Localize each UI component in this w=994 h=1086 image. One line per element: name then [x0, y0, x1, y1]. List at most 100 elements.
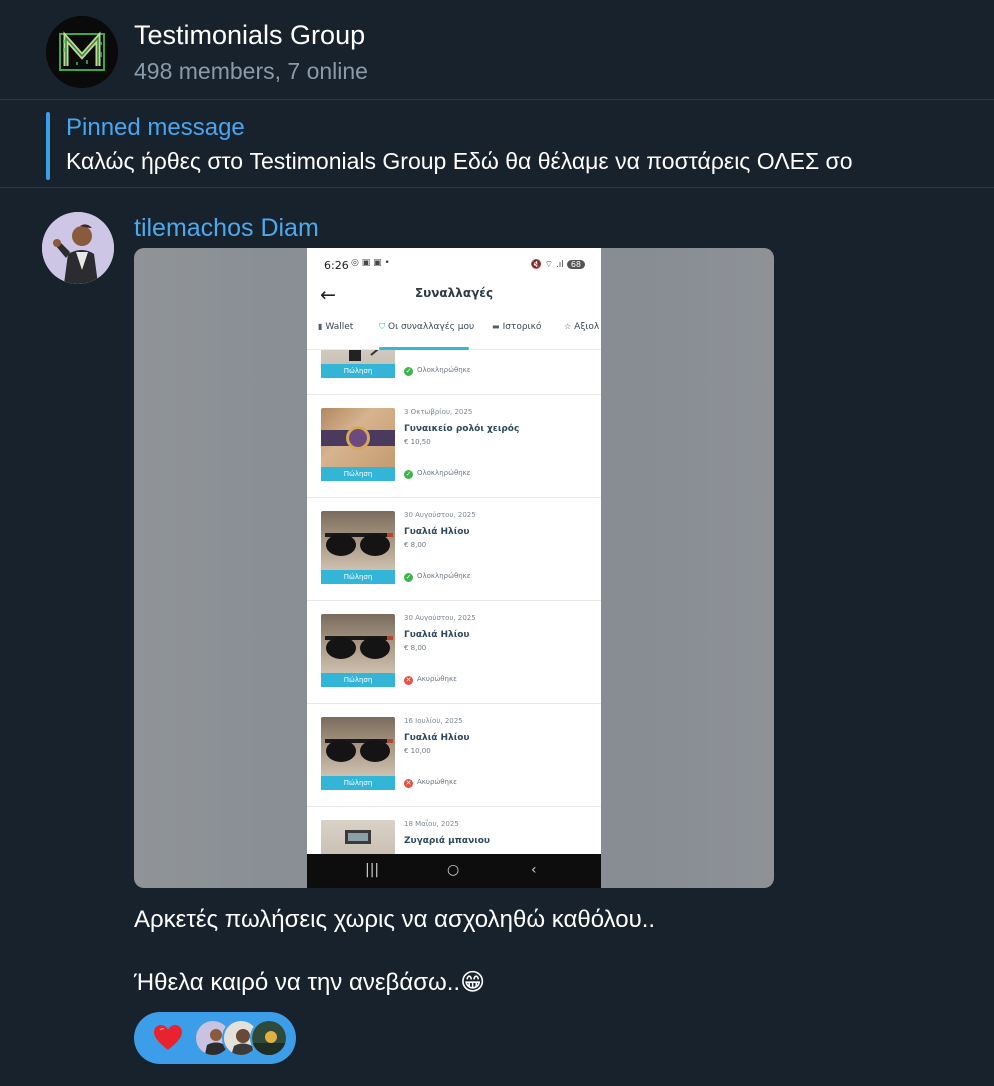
- status-label: Ολοκληρώθηκε: [417, 572, 471, 580]
- pinned-label: Pinned message: [66, 114, 245, 141]
- sender-avatar[interactable]: [42, 212, 114, 284]
- matrix-m-logo-icon: [46, 16, 118, 88]
- heart-icon: [154, 1025, 182, 1050]
- status-label: Ακυρώθηκε: [417, 675, 457, 683]
- chat-member-count: 498 members, 7 online: [134, 58, 368, 84]
- item-price: € 8,00: [404, 541, 427, 549]
- sale-badge: Πώληση: [321, 776, 395, 790]
- phone-tab-ratings: ☆ Αξιολ: [564, 322, 599, 332]
- status-signal: 🔇 ⌔ .ıl: [530, 260, 564, 270]
- pinned-indicator: [46, 112, 50, 180]
- pinned-message-bar[interactable]: Pinned message Καλώς ήρθες στο Testimoni…: [0, 101, 994, 188]
- phone-status-bar: 6:26 ◎ ▣ ▣ • 🔇 ⌔ .ıl 68: [307, 248, 601, 282]
- item-photo: [321, 511, 395, 571]
- item-photo: [321, 717, 395, 777]
- phone-tab-wallet: ▮ Wallet: [318, 322, 353, 332]
- android-nav-bar: ||| ○ ‹: [307, 854, 601, 888]
- check-icon: ✓: [404, 573, 413, 582]
- transaction-date: 3 Οκτωβρίου, 2025: [404, 408, 473, 416]
- status-right: 🔇 ⌔ .ıl 68: [531, 259, 585, 270]
- item-photo: [321, 408, 395, 468]
- phone-screenshot: 6:26 ◎ ▣ ▣ • 🔇 ⌔ .ıl 68 ← Συναλλαγές ▮ Wal…: [307, 248, 601, 888]
- message-text-line-2: Ήθελα καιρό να την ανεβάσω..😁: [134, 968, 485, 997]
- battery-icon: 68: [566, 260, 585, 269]
- transaction-status: ✕ Ακυρώθηκε: [404, 675, 457, 685]
- sunglasses-icon: [325, 533, 393, 556]
- back-icon: ‹: [531, 862, 537, 878]
- user-photo-icon: [252, 1021, 286, 1055]
- home-icon: ○: [447, 862, 460, 878]
- item-price: € 8,00: [404, 644, 427, 652]
- bathroom-scale-icon: [345, 830, 371, 844]
- status-app-icons: ◎ ▣ ▣ •: [351, 258, 390, 268]
- phone-page-title: Συναλλαγές: [414, 286, 494, 300]
- watch-icon: [321, 426, 395, 450]
- tab-label: Αξιολ: [574, 322, 600, 332]
- transaction-date: 18 Μαΐου, 2025: [404, 820, 459, 828]
- item-name: Γυναικείο ρολόι χειρός: [404, 424, 520, 434]
- tab-label: Wallet: [325, 322, 354, 332]
- transaction-row: Πώληση 30 Αυγούστου, 2025 Γυαλιά Ηλίου €…: [307, 601, 601, 704]
- phone-tabs: ▮ Wallet ⛉ Οι συναλλαγές μου ▬ Ιστορικό ☆ Αξ…: [307, 320, 601, 350]
- transaction-row: Πώληση 30 Αυγούστου, 2025 Γυαλιά Ηλίου €…: [307, 498, 601, 601]
- check-icon: ✓: [404, 470, 413, 479]
- status-label: Ολοκληρώθηκε: [417, 366, 471, 374]
- shield-icon: ⛉: [379, 322, 385, 331]
- cancel-icon: ✕: [404, 779, 413, 788]
- transaction-status: ✕ Ακυρώθηκε: [404, 778, 457, 788]
- chat-title: Testimonials Group: [134, 20, 366, 50]
- grinning-emoji: 😁: [460, 969, 486, 996]
- check-icon: ✓: [404, 367, 413, 376]
- message-text-line-1: Αρκετές πωλήσεις χωρις να ασχοληθώ καθόλ…: [134, 906, 656, 933]
- recents-icon: |||: [365, 862, 380, 878]
- sale-badge: Πώληση: [321, 364, 395, 378]
- star-icon: ☆: [564, 322, 572, 331]
- item-name: Γυαλιά Ηλίου: [404, 630, 470, 640]
- phone-tab-history: ▬ Ιστορικό: [492, 322, 541, 332]
- item-photo-icon: [349, 350, 379, 361]
- reactor-avatar: [250, 1019, 288, 1057]
- user-photo-icon: [42, 212, 114, 284]
- status-label: Ακυρώθηκε: [417, 778, 457, 786]
- transaction-row: Πώληση ✓ Ολοκληρώθηκε: [307, 350, 601, 395]
- tab-label: Οι συναλλαγές μου: [388, 322, 475, 332]
- transaction-row: Πώληση 3 Οκτωβρίου, 2025 Γυναικείο ρολόι…: [307, 395, 601, 498]
- item-photo: [321, 350, 395, 365]
- tab-label: Ιστορικό: [502, 322, 542, 332]
- folder-icon: ▬: [492, 322, 500, 331]
- phone-tab-transactions: ⛉ Οι συναλλαγές μου: [379, 322, 474, 332]
- sender-name[interactable]: tilemachos Diam: [134, 214, 319, 243]
- status-label: Ολοκληρώθηκε: [417, 469, 471, 477]
- transaction-status: ✓ Ολοκληρώθηκε: [404, 572, 471, 582]
- wallet-icon: ▮: [318, 322, 323, 331]
- chat-header[interactable]: Testimonials Group 498 members, 7 online: [0, 0, 994, 100]
- transaction-status: ✓ Ολοκληρώθηκε: [404, 469, 471, 479]
- transaction-date: 30 Αυγούστου, 2025: [404, 511, 476, 519]
- message-text: Ήθελα καιρό να την ανεβάσω..: [134, 969, 461, 996]
- transaction-date: 16 Ιουλίου, 2025: [404, 717, 463, 725]
- transaction-date: 30 Αυγούστου, 2025: [404, 614, 476, 622]
- item-price: € 10,00: [404, 747, 431, 755]
- item-photo: [321, 614, 395, 674]
- item-photo: [321, 820, 395, 854]
- transactions-list: Πώληση ✓ Ολοκληρώθηκε Πώληση 3 Οκτωβρίου,…: [307, 350, 601, 854]
- message-photo[interactable]: 6:26 ◎ ▣ ▣ • 🔇 ⌔ .ıl 68 ← Συναλλαγές ▮ Wal…: [134, 248, 774, 888]
- transaction-row: Πώληση 16 Ιουλίου, 2025 Γυαλιά Ηλίου € 1…: [307, 704, 601, 807]
- status-time: 6:26: [324, 259, 349, 272]
- sunglasses-icon: [325, 636, 393, 659]
- pinned-text: Καλώς ήρθες στο Testimonials Group Εδώ θ…: [66, 148, 853, 174]
- item-name: Γυαλιά Ηλίου: [404, 527, 470, 537]
- sale-badge: Πώληση: [321, 570, 395, 584]
- transaction-row: 18 Μαΐου, 2025 Ζυγαριά μπανιου: [307, 807, 601, 854]
- reaction-chip[interactable]: [134, 1012, 296, 1064]
- item-name: Ζυγαριά μπανιου: [404, 836, 491, 846]
- item-price: € 10,50: [404, 438, 431, 446]
- group-avatar[interactable]: [46, 16, 118, 88]
- phone-app-bar: ← Συναλλαγές: [307, 282, 601, 322]
- cancel-icon: ✕: [404, 676, 413, 685]
- item-name: Γυαλιά Ηλίου: [404, 733, 470, 743]
- transaction-status: ✓ Ολοκληρώθηκε: [404, 366, 471, 376]
- sunglasses-icon: [325, 739, 393, 762]
- sale-badge: Πώληση: [321, 673, 395, 687]
- sale-badge: Πώληση: [321, 467, 395, 481]
